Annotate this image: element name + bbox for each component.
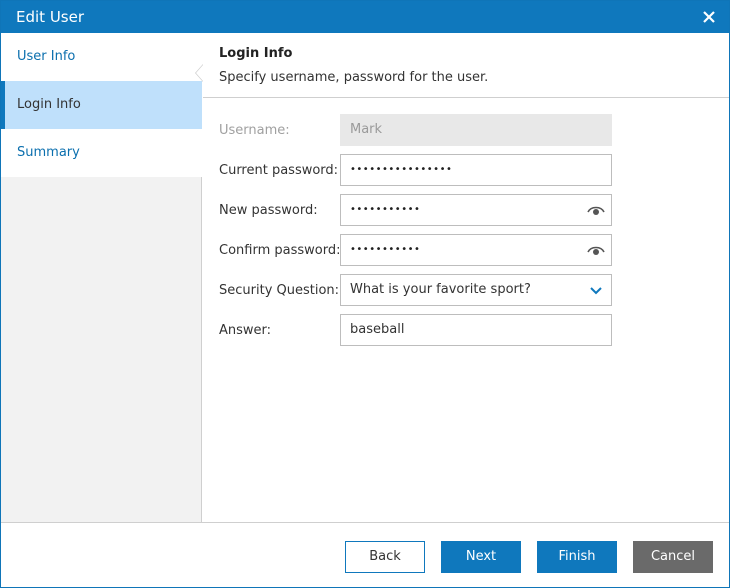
eye-icon[interactable] [587, 243, 605, 257]
edit-user-dialog: Edit User User Info Login Info Summary L… [0, 0, 730, 588]
confirm-password-label: Confirm password: [219, 243, 341, 258]
security-question-value: What is your favorite sport? [350, 282, 531, 297]
sidebar-item-summary[interactable]: Summary [1, 129, 202, 177]
step-header: Login Info Specify username, password fo… [203, 33, 729, 98]
step-content: Login Info Specify username, password fo… [203, 33, 729, 522]
sidebar-item-label: Summary [17, 145, 80, 160]
new-password-field[interactable]: ••••••••••• [340, 194, 612, 226]
sidebar-item-label: User Info [17, 49, 76, 64]
sidebar-item-user-info[interactable]: User Info [1, 33, 202, 81]
current-password-value: •••••••••••••••• [350, 164, 453, 175]
username-field: Mark [340, 114, 612, 146]
answer-value: baseball [350, 322, 405, 337]
sidebar-item-label: Login Info [17, 97, 81, 112]
new-password-value: ••••••••••• [350, 204, 421, 215]
current-password-label: Current password: [219, 163, 339, 178]
active-step-pointer [196, 65, 203, 81]
username-label: Username: [219, 123, 290, 138]
sidebar-item-login-info[interactable]: Login Info [1, 81, 202, 129]
finish-button[interactable]: Finish [537, 541, 617, 573]
cancel-button[interactable]: Cancel [633, 541, 713, 573]
security-question-label: Security Question: [219, 283, 340, 298]
eye-icon[interactable] [587, 203, 605, 217]
back-button[interactable]: Back [345, 541, 425, 573]
chevron-down-icon[interactable] [589, 284, 603, 296]
security-question-select[interactable]: What is your favorite sport? [340, 274, 612, 306]
close-icon[interactable] [699, 7, 719, 27]
dialog-footer: Back Next Finish Cancel [1, 522, 729, 587]
wizard-sidebar: User Info Login Info Summary [1, 33, 202, 522]
next-button[interactable]: Next [441, 541, 521, 573]
confirm-password-field[interactable]: ••••••••••• [340, 234, 612, 266]
page-subtitle: Specify username, password for the user. [219, 70, 489, 85]
confirm-password-value: ••••••••••• [350, 244, 421, 255]
new-password-label: New password: [219, 203, 318, 218]
answer-field[interactable]: baseball [340, 314, 612, 346]
page-title: Login Info [219, 46, 293, 61]
current-password-field[interactable]: •••••••••••••••• [340, 154, 612, 186]
username-value: Mark [350, 122, 383, 137]
answer-label: Answer: [219, 323, 272, 338]
title-bar: Edit User [1, 1, 729, 33]
window-title: Edit User [16, 8, 85, 26]
